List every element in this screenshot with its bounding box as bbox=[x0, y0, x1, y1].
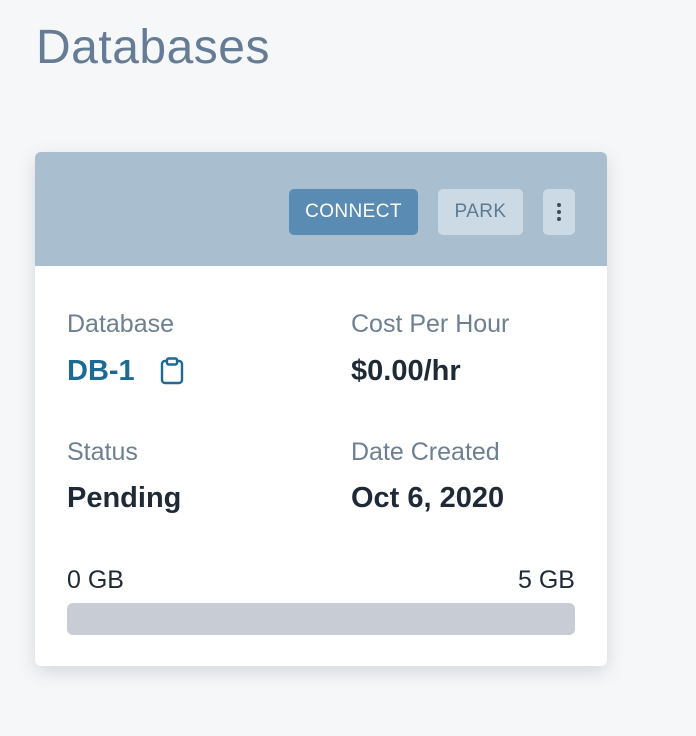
card-header: CONNECT PARK bbox=[35, 152, 607, 266]
storage-progress-bar bbox=[67, 603, 575, 635]
storage-min-label: 0 GB bbox=[67, 566, 124, 594]
cost-per-hour-label: Cost Per Hour bbox=[351, 310, 510, 338]
kebab-menu-icon bbox=[543, 189, 575, 235]
date-created-label: Date Created bbox=[351, 438, 500, 466]
connect-button[interactable]: CONNECT bbox=[289, 189, 418, 235]
storage-max-label: 5 GB bbox=[518, 566, 575, 594]
date-created-value: Oct 6, 2020 bbox=[351, 482, 505, 514]
more-options-button[interactable] bbox=[543, 189, 575, 235]
status-label: Status bbox=[67, 438, 138, 466]
database-name-link[interactable]: DB-1 bbox=[67, 355, 135, 388]
cost-per-hour-value: $0.00/hr bbox=[351, 355, 461, 387]
database-card: CONNECT PARK Database DB-1 Cost Per Hour… bbox=[35, 152, 607, 666]
park-button[interactable]: PARK bbox=[438, 189, 523, 235]
status-value: Pending bbox=[67, 482, 182, 514]
database-label: Database bbox=[67, 310, 175, 338]
clipboard-icon[interactable] bbox=[159, 357, 185, 385]
page-title: Databases bbox=[36, 21, 270, 74]
